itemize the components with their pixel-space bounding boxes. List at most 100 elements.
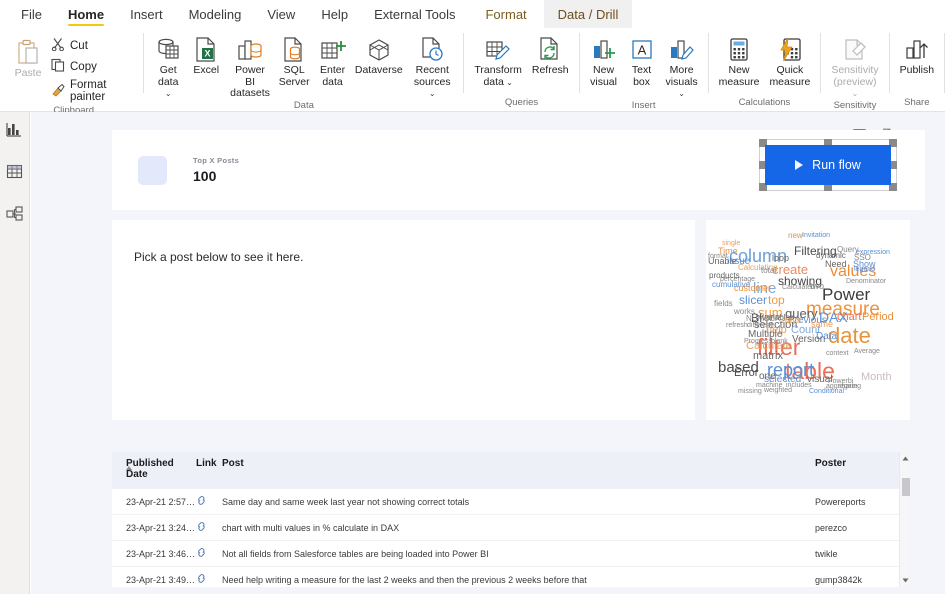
word-cloud-word[interactable]: includes [786, 382, 812, 389]
cell-link[interactable] [196, 489, 222, 515]
quick-measure-button[interactable]: Quick measure [764, 32, 815, 88]
excel-button[interactable]: X Excel [187, 32, 225, 77]
word-cloud-word[interactable]: single [722, 240, 740, 247]
word-cloud-word[interactable]: Progress [744, 338, 772, 345]
word-cloud-word[interactable]: days [782, 316, 801, 325]
word-cloud-word[interactable]: slicer [739, 294, 767, 306]
word-cloud-word[interactable]: machine [756, 382, 782, 389]
ribbon-tab-external-tools[interactable]: External Tools [361, 0, 468, 28]
scroll-up-arrow-icon[interactable] [900, 453, 911, 464]
word-cloud-word[interactable]: fields [714, 300, 733, 308]
paste-button[interactable]: Paste [9, 32, 47, 80]
word-cloud-word[interactable]: Power [822, 286, 870, 303]
text-box-button[interactable]: A Text box [623, 32, 661, 88]
cell-post: Not all fields from Salesforce tables ar… [222, 540, 813, 567]
column-header-published-date[interactable]: Published Date [112, 452, 196, 489]
publish-button[interactable]: Publish [895, 32, 939, 77]
get-data-button[interactable]: Get data ⌄ [149, 32, 187, 100]
word-cloud-word[interactable]: loop [772, 254, 789, 263]
cell-published-date: 23-Apr-21 3:46 PM [112, 540, 196, 567]
enter-data-button[interactable]: Enter data [314, 32, 352, 88]
sql-server-button[interactable]: SQL Server [275, 32, 314, 88]
scissors-icon [51, 37, 65, 54]
word-cloud-word[interactable]: missing [738, 388, 762, 395]
word-cloud-word[interactable]: format [708, 253, 728, 260]
word-cloud-word[interactable]: new [788, 232, 803, 240]
word-cloud-word[interactable]: works [734, 308, 755, 316]
chain-link-icon[interactable] [196, 573, 207, 586]
post-detail-card[interactable]: Pick a post below to see it here. [112, 220, 695, 420]
word-cloud-word[interactable]: chart [837, 312, 861, 323]
word-cloud-word[interactable]: total [761, 267, 776, 275]
word-cloud-word[interactable]: same [811, 320, 833, 329]
transform-data-button[interactable]: Transform data ⌄ [469, 32, 526, 88]
ribbon-group-share: Publish Share [890, 28, 944, 111]
ribbon-tab-format[interactable]: Format [471, 0, 541, 28]
cell-link[interactable] [196, 540, 222, 567]
chain-link-icon[interactable] [196, 521, 207, 534]
column-header-post[interactable]: Post [222, 452, 813, 489]
ribbon-tab-insert[interactable]: Insert [117, 0, 176, 28]
scrollbar-thumb[interactable] [902, 478, 910, 496]
table-vertical-scrollbar[interactable] [899, 452, 910, 587]
word-cloud-word[interactable]: Invitation [802, 232, 830, 239]
ribbon-group-clipboard: Paste Cut Copy Format painter Clipboard [4, 28, 143, 116]
ribbon-tab-modeling[interactable]: Modeling [176, 0, 255, 28]
word-cloud-word[interactable]: different [747, 322, 772, 329]
word-cloud-word[interactable]: one [759, 372, 776, 382]
copy-button[interactable]: Copy [47, 56, 138, 77]
ribbon-tab-view[interactable]: View [254, 0, 308, 28]
word-cloud-word[interactable]: Denominator [846, 278, 886, 285]
word-cloud-word[interactable]: Error [734, 368, 758, 379]
dataverse-button[interactable]: Dataverse [352, 32, 406, 77]
sidebar-item-data-view[interactable] [4, 162, 26, 184]
word-cloud-word[interactable]: Version [792, 335, 825, 345]
word-cloud-word[interactable]: refresh [726, 322, 748, 329]
word-cloud-word[interactable]: matrix [753, 351, 783, 362]
post-detail-message: Pick a post below to see it here. [134, 250, 304, 264]
word-cloud-word[interactable]: top [768, 294, 785, 306]
word-cloud-word[interactable]: Period [862, 312, 894, 323]
word-cloud-word[interactable]: context [826, 350, 849, 357]
sidebar-item-report-view[interactable] [4, 120, 26, 142]
word-cloud-card[interactable]: filter table date measure Power report values c… [706, 220, 910, 420]
sidebar-item-model-view[interactable] [4, 204, 26, 226]
word-cloud-word[interactable]: aggregate [826, 383, 858, 390]
ribbon-tab-data-drill[interactable]: Data / Drill [543, 0, 633, 28]
refresh-button[interactable]: Refresh [527, 32, 574, 77]
cell-link[interactable] [196, 566, 222, 587]
new-measure-button[interactable]: New measure [714, 32, 765, 88]
ribbon-tab-file[interactable]: File [8, 0, 55, 28]
word-cloud-word[interactable]: Need [825, 260, 847, 269]
table-row[interactable]: 23-Apr-21 3:46 PM Not all fields from Sal… [112, 540, 899, 567]
power-bi-datasets-button[interactable]: Power BI datasets [225, 32, 275, 100]
ribbon-tab-home[interactable]: Home [55, 0, 117, 28]
column-header-link[interactable]: Link [196, 452, 222, 489]
word-cloud-word[interactable]: SSO [854, 254, 871, 262]
table-row[interactable]: 23-Apr-21 3:49 PM Need help writing a mea… [112, 566, 899, 587]
word-cloud-visual[interactable]: filter table date measure Power report values c… [706, 220, 910, 420]
report-canvas[interactable]: Top X Posts 100 Run flow Pick a post bel… [31, 112, 945, 594]
cut-button[interactable]: Cut [47, 35, 138, 56]
recent-sources-button[interactable]: Recent sources ⌄ [406, 32, 458, 100]
word-cloud-word[interactable]: products [709, 272, 740, 280]
format-painter-button[interactable]: Format painter [47, 77, 138, 105]
ribbon-tab-help[interactable]: Help [308, 0, 361, 28]
table-row[interactable]: 23-Apr-21 2:57 PM Same day and same week … [112, 489, 899, 515]
new-visual-button[interactable]: New visual [585, 32, 623, 88]
word-cloud-word[interactable]: Calculated [782, 284, 815, 291]
table-row[interactable]: 23-Apr-21 3:24 PM chart with multi values… [112, 514, 899, 541]
word-cloud-word[interactable]: Month [861, 372, 892, 383]
sensitivity-button[interactable]: Sensitivity (preview) ⌄ [826, 32, 883, 100]
scroll-down-arrow-icon[interactable] [900, 575, 911, 586]
word-cloud-word[interactable]: blank [771, 338, 788, 345]
more-visuals-button[interactable]: More visuals ⌄ [661, 32, 703, 100]
column-header-poster[interactable]: Poster [813, 452, 899, 489]
word-cloud-word[interactable]: legend [854, 266, 875, 273]
word-cloud-word[interactable]: Average [854, 348, 880, 355]
posts-table-card[interactable]: Published Date Link Post Poster 23-Apr-2… [112, 452, 910, 587]
cell-link[interactable] [196, 514, 222, 541]
chain-link-icon[interactable] [196, 495, 207, 508]
chain-link-icon[interactable] [196, 547, 207, 560]
run-flow-button[interactable]: Run flow [765, 145, 891, 185]
